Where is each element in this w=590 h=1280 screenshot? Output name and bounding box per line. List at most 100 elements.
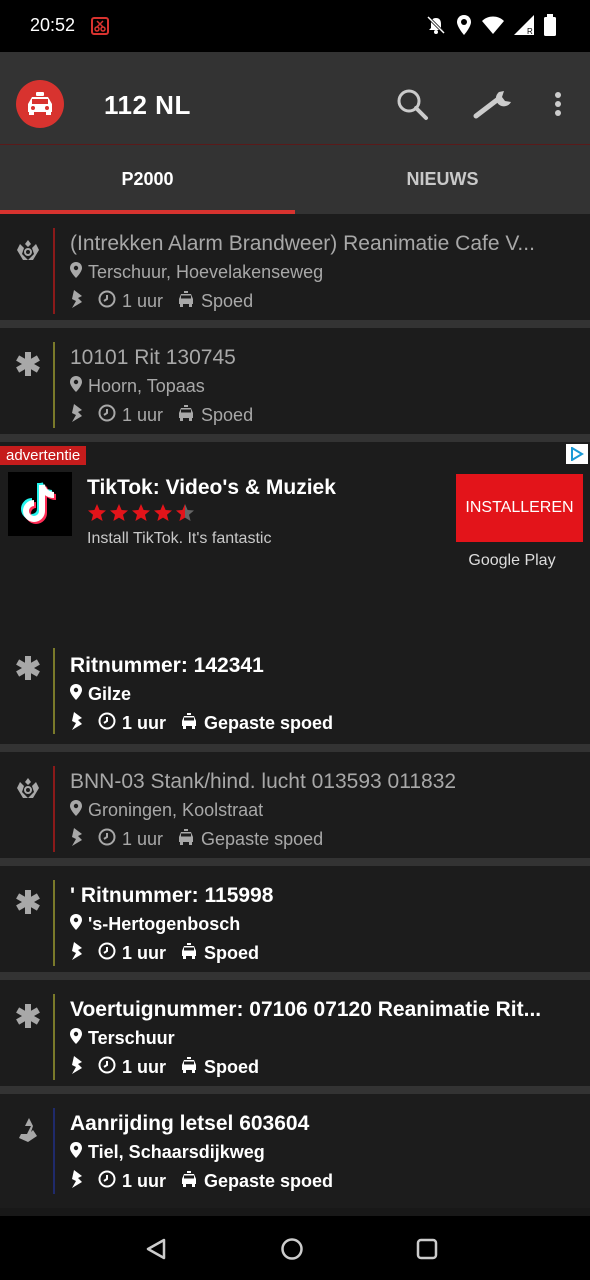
list-item[interactable]: BNN-03 Stank/hind. lucht 013593 011832 G… [0, 752, 590, 866]
list-item[interactable]: Ritnummer: 142341 Gilze 1 uur Gepaste sp… [0, 624, 590, 752]
battery-icon [544, 14, 556, 36]
pager-icon [70, 404, 84, 427]
message-meta: 1 uur Gepaste spoed [70, 828, 337, 851]
clock-icon [98, 290, 116, 313]
list-item[interactable]: 10101 Rit 130745 Hoorn, Topaas 1 uur Spo… [0, 328, 590, 442]
message-title: (Intrekken Alarm Brandweer) Reanimatie C… [70, 232, 535, 255]
car-icon [177, 291, 195, 312]
list-item[interactable]: (Intrekken Alarm Brandweer) Reanimatie C… [0, 214, 590, 328]
car-icon [177, 405, 195, 426]
svg-text:R: R [527, 27, 533, 35]
message-location: Tiel, Schaarsdijkweg [70, 1142, 265, 1163]
pin-icon [70, 376, 82, 397]
service-color-bar [53, 880, 55, 966]
ad-rating [87, 503, 199, 523]
search-icon[interactable] [394, 86, 430, 122]
list-item[interactable]: Aanrijding letsel 603604 Tiel, Schaarsdi… [0, 1094, 590, 1208]
car-icon [177, 829, 195, 850]
install-button[interactable]: INSTALLEREN [456, 474, 583, 542]
back-icon[interactable] [143, 1236, 169, 1262]
urgency-text: Spoed [201, 291, 254, 311]
list-item[interactable]: ' Ritnummer: 115998 's-Hertogenbosch 1 u… [0, 866, 590, 980]
message-meta: 1 uur Spoed [70, 1056, 273, 1079]
service-color-bar [53, 342, 55, 428]
location-icon [456, 15, 472, 35]
status-bar: 20:52 R [0, 0, 590, 52]
clock-icon [98, 404, 116, 427]
message-location: Hoorn, Topaas [70, 376, 205, 397]
pager-icon [70, 942, 84, 965]
pager-icon [70, 1056, 84, 1079]
service-color-bar [53, 994, 55, 1080]
pin-icon [70, 1028, 82, 1049]
location-text: 's-Hertogenbosch [88, 914, 241, 934]
clock-icon [98, 942, 116, 965]
urgency-text: Spoed [204, 943, 260, 963]
wrench-icon[interactable] [472, 86, 516, 122]
time-text: 1 uur [122, 1171, 167, 1191]
police-icon [14, 1116, 42, 1144]
message-title: 10101 Rit 130745 [70, 346, 236, 369]
message-location: 's-Hertogenbosch [70, 914, 240, 935]
fire-brigade-icon [14, 774, 42, 802]
time-text: 1 uur [122, 829, 164, 849]
pin-icon [70, 262, 82, 283]
location-text: Groningen, Koolstraat [88, 800, 264, 820]
location-text: Hoorn, Topaas [88, 376, 205, 396]
app-bar: 112 NL [0, 52, 590, 144]
pager-icon [70, 828, 84, 851]
urgency-text: Gepaste spoed [201, 829, 324, 849]
home-icon[interactable] [279, 1236, 305, 1262]
status-time: 20:52 [30, 15, 76, 35]
car-icon [180, 943, 198, 964]
message-location: Terschuur, Hoevelakenseweg [70, 262, 323, 283]
pager-icon [70, 290, 84, 313]
more-vert-icon[interactable] [540, 86, 576, 122]
message-meta: 1 uur Gepaste spoed [70, 1170, 347, 1193]
pager-icon [70, 712, 84, 735]
time-text: 1 uur [122, 713, 167, 733]
signal-icon: R [514, 15, 534, 35]
message-title: Aanrijding letsel 603604 [70, 1112, 310, 1135]
bell-off-icon [426, 15, 446, 35]
tiktok-app-icon[interactable] [8, 472, 72, 536]
ad-app-name[interactable]: TikTok: Video's & Muziek [87, 476, 336, 500]
star-of-life-icon [14, 888, 42, 916]
ad-store-label: Google Play [468, 552, 556, 569]
message-location: Groningen, Koolstraat [70, 800, 263, 821]
list-item[interactable]: Voertuignummer: 07106 07120 Reanimatie R… [0, 980, 590, 1094]
system-nav-bar [0, 1216, 590, 1280]
pin-icon [70, 800, 82, 821]
urgency-text: Spoed [204, 1057, 260, 1077]
message-location: Gilze [70, 684, 131, 705]
star-of-life-icon [14, 1002, 42, 1030]
message-meta: 1 uur Spoed [70, 942, 273, 965]
message-meta: 1 uur Gepaste spoed [70, 712, 347, 735]
tab-nieuws[interactable]: NIEUWS [295, 145, 590, 214]
recents-icon[interactable] [414, 1236, 440, 1262]
car-icon [180, 1171, 198, 1192]
wifi-icon [482, 16, 504, 34]
message-meta: 1 uur Spoed [70, 290, 267, 313]
location-text: Terschuur, Hoevelakenseweg [88, 262, 324, 282]
ad-banner[interactable]: advertentie TikTok: Video's & Muziek Ins… [0, 442, 590, 624]
message-meta: 1 uur Spoed [70, 404, 267, 427]
time-text: 1 uur [122, 291, 164, 311]
service-color-bar [53, 766, 55, 852]
car-icon [180, 1057, 198, 1078]
ad-label: advertentie [0, 446, 87, 465]
time-text: 1 uur [122, 405, 164, 425]
message-title: Ritnummer: 142341 [70, 654, 264, 677]
urgency-text: Spoed [201, 405, 254, 425]
app-title: 112 NL [104, 90, 191, 120]
ad-choices-icon[interactable] [566, 444, 588, 464]
clock-icon [98, 1056, 116, 1079]
time-text: 1 uur [122, 1057, 167, 1077]
location-text: Gilze [88, 684, 132, 704]
clock-icon [98, 828, 116, 851]
clock-icon [98, 712, 116, 735]
tab-bar: P2000 NIEUWS [0, 144, 590, 214]
tab-p2000[interactable]: P2000 [0, 145, 295, 214]
message-list: (Intrekken Alarm Brandweer) Reanimatie C… [0, 214, 590, 1208]
ad-description: Install TikTok. It's fantastic [87, 530, 272, 547]
